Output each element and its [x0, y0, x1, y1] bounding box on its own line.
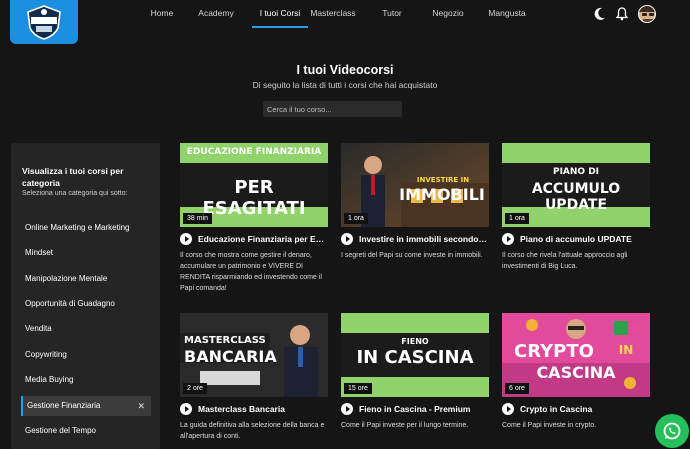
course-description: Il corso che rivela l'attuale approccio …: [502, 252, 628, 270]
sidebar-title: Visualizza i tuoi corsi per categoria: [22, 166, 124, 188]
course-thumbnail[interactable]: MASTERCLASS BANCARIA 2 ore: [180, 313, 328, 397]
thumb-line: FIENO: [401, 337, 429, 346]
course-card[interactable]: MASTERCLASS BANCARIA 2 ore Masterclass B…: [180, 313, 328, 440]
category-label: Mindset: [25, 248, 54, 257]
play-icon[interactable]: [180, 233, 192, 245]
course-card[interactable]: FIENO IN CASCINA 15 ore Fieno in Cascina…: [341, 313, 489, 429]
course-thumbnail[interactable]: PIANO DI ACCUMULO UPDATE 1 ora: [502, 143, 650, 227]
course-description: La guida definitiva alla selezione della…: [180, 422, 325, 440]
clear-category-icon[interactable]: ✕: [137, 396, 145, 416]
whatsapp-icon[interactable]: [655, 414, 689, 448]
duration-badge: 6 ore: [505, 383, 529, 394]
moon-icon[interactable]: [594, 7, 606, 26]
course-card[interactable]: INVESTIRE IN IMMOBILI 1 ora Investire in…: [341, 143, 489, 259]
course-title[interactable]: Masterclass Bancaria: [198, 404, 328, 414]
play-icon[interactable]: [502, 233, 514, 245]
course-thumbnail[interactable]: CRYPTO IN CASCINA 6 ore: [502, 313, 650, 397]
bell-icon[interactable]: [615, 7, 629, 26]
sidebar-subtitle: Seleziona una categoria qui sotto:: [22, 190, 128, 197]
play-icon[interactable]: [502, 403, 514, 415]
category-vendita[interactable]: Vendita: [21, 319, 151, 339]
category-gestione-tempo[interactable]: Gestione del Tempo: [21, 421, 151, 441]
category-gestione-finanziaria[interactable]: Gestione Finanziaria ✕: [21, 396, 151, 416]
nav-mangusta[interactable]: Mangusta: [474, 0, 540, 30]
course-thumbnail[interactable]: EDUCAZIONE FINANZIARIA PER ESAGITATI 38 …: [180, 143, 328, 227]
course-thumbnail[interactable]: FIENO IN CASCINA 15 ore: [341, 313, 489, 397]
play-icon[interactable]: [180, 403, 192, 415]
category-label: Media Buying: [25, 375, 74, 384]
thumb-line: IMMOBILI: [399, 185, 485, 204]
course-title[interactable]: Piano di accumulo UPDATE: [520, 234, 650, 244]
top-header: Home Academy I tuoi Corsi Masterclass Tu…: [0, 0, 690, 44]
category-online-marketing[interactable]: Online Marketing e Marketing: [21, 218, 151, 238]
course-card[interactable]: CRYPTO IN CASCINA 6 ore Crypto in Cascin…: [502, 313, 650, 429]
thumb-line: CASCINA: [536, 363, 616, 382]
category-copywriting[interactable]: Copywriting: [21, 345, 151, 365]
category-media-buying[interactable]: Media Buying: [21, 370, 151, 390]
page-title: I tuoi Videocorsi: [296, 63, 394, 77]
thumb-line: BANCARIA: [184, 347, 277, 366]
thumb-line: IN: [618, 343, 634, 357]
duration-badge: 1 ora: [505, 213, 529, 224]
nav-negozio[interactable]: Negozio: [426, 0, 470, 30]
thumb-line: INVESTIRE IN: [416, 176, 470, 184]
category-label: Gestione Finanziaria: [27, 401, 101, 410]
course-title-row: Crypto in Cascina: [502, 403, 662, 415]
nav-masterclass[interactable]: Masterclass: [308, 0, 358, 30]
category-label: Copywriting: [25, 350, 67, 359]
category-sidebar: Visualizza i tuoi corsi per categoria Se…: [11, 143, 160, 449]
category-label: Gestione del Tempo: [25, 426, 97, 435]
thumb-line: EDUCAZIONE FINANZIARIA: [186, 147, 322, 157]
course-title[interactable]: Educazione Finanziaria per Esagitati: [198, 234, 328, 244]
thumb-line: CRYPTO: [514, 341, 594, 362]
course-description: Come il Papi investe per il lungo termin…: [341, 422, 469, 429]
course-title-row: Fieno in Cascina - Premium: [341, 403, 501, 415]
logo-shield-icon[interactable]: [10, 0, 78, 44]
course-title-row: Piano di accumulo UPDATE: [502, 233, 662, 245]
duration-badge: 15 ore: [344, 383, 372, 394]
avatar[interactable]: [638, 5, 656, 23]
thumb-line: IN CASCINA: [356, 347, 474, 368]
play-icon[interactable]: [341, 233, 353, 245]
page-subtitle: Di seguito la lista di tutti i corsi che…: [252, 80, 438, 90]
course-title[interactable]: Fieno in Cascina - Premium: [359, 404, 489, 414]
category-opportunita-guadagno[interactable]: Opportunità di Guadagno: [21, 294, 151, 314]
course-description: Il corso che mostra come gestire il dena…: [180, 252, 322, 292]
duration-badge: 1 ora: [344, 213, 368, 224]
course-title[interactable]: Investire in immobili secondo il Papi: [359, 234, 489, 244]
category-mindset[interactable]: Mindset: [21, 243, 151, 263]
nav-home[interactable]: Home: [140, 0, 184, 30]
course-thumbnail[interactable]: INVESTIRE IN IMMOBILI 1 ora: [341, 143, 489, 227]
course-card[interactable]: EDUCAZIONE FINANZIARIA PER ESAGITATI 38 …: [180, 143, 328, 292]
main-nav: Home Academy I tuoi Corsi Masterclass Tu…: [140, 0, 540, 30]
course-description: Come il Papi investe in crypto.: [502, 422, 597, 429]
duration-badge: 2 ore: [183, 383, 207, 394]
category-label: Manipolazione Mentale: [25, 274, 108, 283]
course-title-row: Educazione Finanziaria per Esagitati: [180, 233, 340, 245]
course-card[interactable]: PIANO DI ACCUMULO UPDATE 1 ora Piano di …: [502, 143, 650, 270]
nav-academy[interactable]: Academy: [184, 0, 248, 30]
course-title[interactable]: Crypto in Cascina: [520, 404, 650, 414]
search-input[interactable]: [263, 101, 402, 117]
course-description: I segreti del Papi su come investe in im…: [341, 252, 483, 259]
category-label: Vendita: [25, 324, 52, 333]
category-manipolazione-mentale[interactable]: Manipolazione Mentale: [21, 269, 151, 289]
category-label: Opportunità di Guadagno: [25, 299, 115, 308]
category-label: Online Marketing e Marketing: [25, 223, 130, 232]
thumb-line: PIANO DI: [552, 167, 600, 177]
course-title-row: Masterclass Bancaria: [180, 403, 340, 415]
thumb-line: MASTERCLASS: [184, 335, 266, 346]
nav-i-tuoi-corsi[interactable]: I tuoi Corsi: [252, 0, 308, 30]
nav-tutor[interactable]: Tutor: [358, 0, 426, 30]
course-title-row: Investire in immobili secondo il Papi: [341, 233, 501, 245]
duration-badge: 38 min: [183, 213, 213, 224]
play-icon[interactable]: [341, 403, 353, 415]
thumb-line: ACCUMULO UPDATE: [531, 181, 621, 213]
